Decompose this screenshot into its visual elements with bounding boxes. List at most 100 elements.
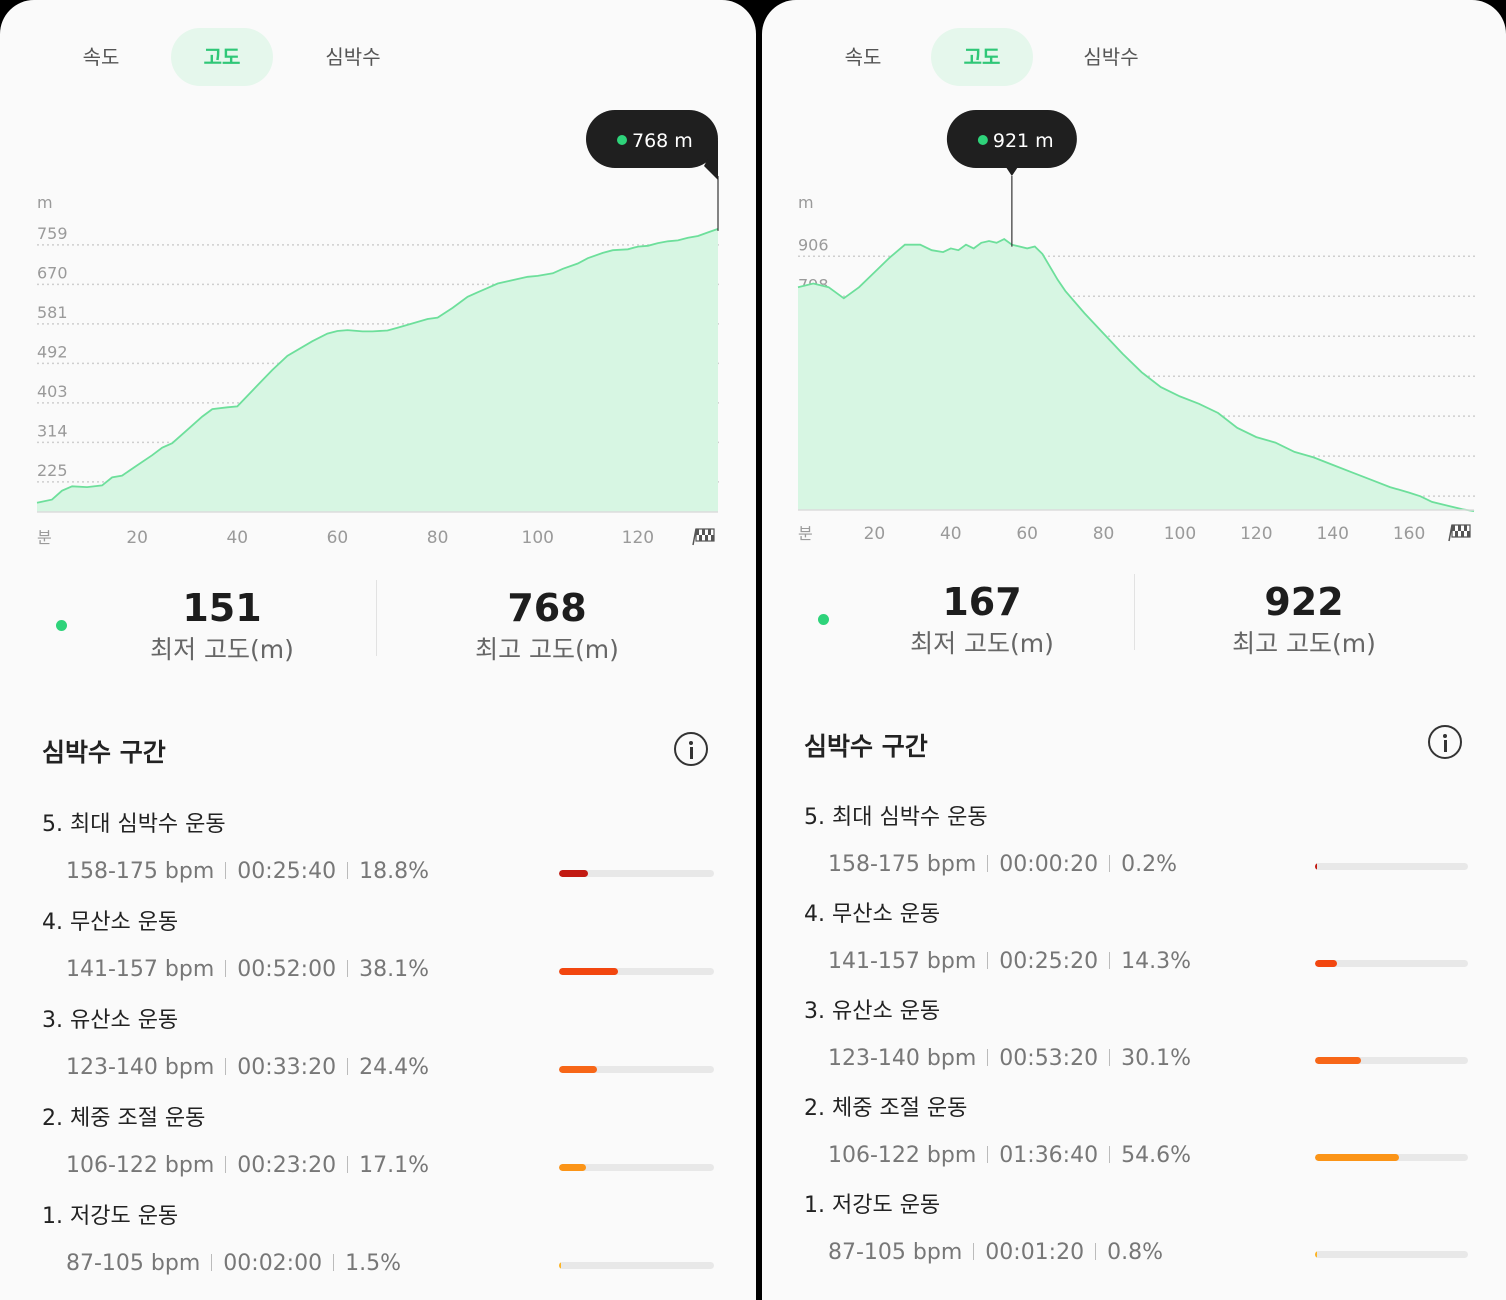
zone-progress-fill: [559, 870, 589, 877]
zone-meta: 106-122 bpm 00:23:20 17.1%: [66, 1151, 429, 1181]
zone-title: 5. 최대 심박수 운동: [804, 805, 988, 830]
zone-meta: 87-105 bpm 00:02:00 1.5%: [66, 1249, 401, 1279]
meta-separator: [1109, 1146, 1111, 1163]
zone-progress-track: [1315, 1057, 1468, 1064]
zone-progress-fill: [559, 1066, 597, 1073]
heart-rate-zone-row: 3. 유산소 운동 123-140 bpm 00:53:20 30.1%: [762, 997, 1506, 1095]
y-axis-unit-label: m: [798, 193, 814, 212]
zone-progress-track: [559, 1066, 714, 1073]
zone-bpm-range: 106-122 bpm: [66, 1153, 215, 1178]
zone-percent: 54.6%: [1121, 1143, 1191, 1168]
value-tooltip: 768 m: [586, 110, 718, 180]
stat-divider: [376, 580, 377, 656]
meta-separator: [987, 855, 989, 872]
max-altitude-label: 최고 고도(m): [475, 635, 619, 664]
x-tick-label: 40: [940, 524, 962, 544]
y-tick-label: 670: [37, 263, 68, 282]
zone-progress-fill: [559, 1262, 562, 1269]
heart-rate-zones-title: 심박수 구간: [804, 732, 928, 761]
zone-percent: 0.2%: [1121, 852, 1177, 877]
max-altitude-label: 최고 고도(m): [1232, 629, 1376, 658]
zone-bpm-range: 141-157 bpm: [828, 949, 977, 974]
tab-heart-rate[interactable]: 심박수: [1060, 28, 1162, 86]
zone-percent: 18.8%: [359, 859, 429, 884]
heart-rate-zone-row: 5. 최대 심박수 운동 158-175 bpm 00:00:20 0.2%: [762, 803, 1506, 901]
heart-rate-zone-row: 4. 무산소 운동 141-157 bpm 00:52:00 38.1%: [0, 908, 756, 1006]
flag-check: [1467, 531, 1470, 537]
zone-bpm-range: 123-140 bpm: [66, 1055, 215, 1080]
heart-rate-zones-title: 심박수 구간: [42, 738, 166, 767]
zone-bpm-range: 106-122 bpm: [828, 1143, 977, 1168]
zone-progress-track: [559, 870, 714, 877]
zone-title: 2. 체중 조절 운동: [804, 1096, 968, 1121]
tooltip-value: 768 m: [632, 130, 693, 152]
y-tick-label: 581: [37, 303, 68, 322]
x-tick-label: 60: [327, 528, 349, 548]
info-icon[interactable]: [674, 732, 708, 766]
heart-rate-zone-row: 2. 체중 조절 운동 106-122 bpm 01:36:40 54.6%: [762, 1094, 1506, 1192]
flag-check: [705, 535, 708, 541]
tab-altitude[interactable]: 고도: [171, 28, 273, 86]
altitude-chart[interactable]: m 225 314 403 492 581 670 759 분 20 40 60 80 100 120 768…: [0, 100, 756, 560]
meta-separator: [1109, 952, 1111, 969]
finish-flag-icon: [692, 528, 715, 546]
flag-check: [1458, 525, 1461, 531]
meta-separator: [987, 952, 989, 969]
heart-rate-zone-row: 2. 체중 조절 운동 106-122 bpm 00:23:20 17.1%: [0, 1104, 756, 1202]
zone-title: 5. 최대 심박수 운동: [42, 812, 226, 837]
y-tick-label: 906: [798, 235, 829, 254]
zone-progress-fill: [1315, 1154, 1399, 1161]
x-tick-label: 80: [1093, 524, 1115, 544]
flag-check: [1464, 525, 1467, 531]
meta-separator: [347, 862, 349, 879]
y-tick-label: 314: [37, 421, 68, 440]
zone-percent: 30.1%: [1121, 1046, 1191, 1071]
tab-speed[interactable]: 속도: [812, 28, 914, 86]
x-tick-label: 160: [1393, 524, 1425, 544]
meta-separator: [333, 1254, 335, 1271]
zone-meta: 87-105 bpm 00:01:20 0.8%: [828, 1238, 1163, 1268]
zone-bpm-range: 158-175 bpm: [66, 859, 215, 884]
zone-title: 3. 유산소 운동: [804, 999, 941, 1024]
heart-rate-zone-row: 3. 유산소 운동 123-140 bpm 00:33:20 24.4%: [0, 1006, 756, 1104]
altitude-chart[interactable]: m258366474582690798906분20406080100120140…: [762, 100, 1506, 560]
zone-progress-track: [1315, 1251, 1468, 1258]
heart-rate-zone-row: 1. 저강도 운동 87-105 bpm 00:01:20 0.8%: [762, 1191, 1506, 1289]
zone-title: 2. 체중 조절 운동: [42, 1106, 206, 1131]
zone-percent: 0.8%: [1107, 1240, 1163, 1265]
tab-altitude[interactable]: 고도: [931, 28, 1033, 86]
zone-progress-track: [1315, 960, 1468, 967]
zone-meta: 141-157 bpm 00:25:20 14.3%: [828, 947, 1191, 977]
zone-duration: 00:25:40: [237, 859, 337, 884]
legend-dot: [818, 614, 829, 625]
flag-check: [711, 535, 714, 541]
zone-duration: 00:01:20: [985, 1240, 1085, 1265]
info-icon[interactable]: [1428, 725, 1462, 759]
x-tick-label: 20: [864, 524, 886, 544]
x-tick-label: 120: [1240, 524, 1272, 544]
zone-progress-fill: [1315, 863, 1317, 870]
zone-duration: 00:25:20: [999, 949, 1099, 974]
x-tick-label: 100: [1164, 524, 1196, 544]
x-axis-unit-label: 분: [798, 524, 813, 543]
tooltip-value: 921 m: [993, 130, 1054, 152]
min-altitude-value: 151: [182, 586, 262, 630]
zone-title: 3. 유산소 운동: [42, 1008, 179, 1033]
zone-meta: 158-175 bpm 00:00:20 0.2%: [828, 850, 1177, 880]
zone-percent: 17.1%: [359, 1153, 429, 1178]
flag-check: [708, 529, 711, 535]
y-tick-label: 759: [37, 224, 68, 243]
meta-separator: [211, 1254, 213, 1271]
y-tick-label: 225: [37, 461, 68, 480]
tab-speed[interactable]: 속도: [50, 28, 152, 86]
zone-bpm-range: 123-140 bpm: [828, 1046, 977, 1071]
zone-percent: 14.3%: [1121, 949, 1191, 974]
workout-detail-panel-right: 속도 고도 심박수 m258366474582690798906분2040608…: [762, 0, 1506, 1300]
tab-heart-rate[interactable]: 심박수: [302, 28, 404, 86]
altitude-area: [798, 239, 1474, 512]
zone-bpm-range: 87-105 bpm: [66, 1251, 201, 1276]
zone-percent: 38.1%: [359, 957, 429, 982]
value-tooltip: 921 m: [946, 110, 1077, 176]
meta-separator: [347, 1156, 349, 1173]
x-tick-label: 60: [1016, 524, 1038, 544]
